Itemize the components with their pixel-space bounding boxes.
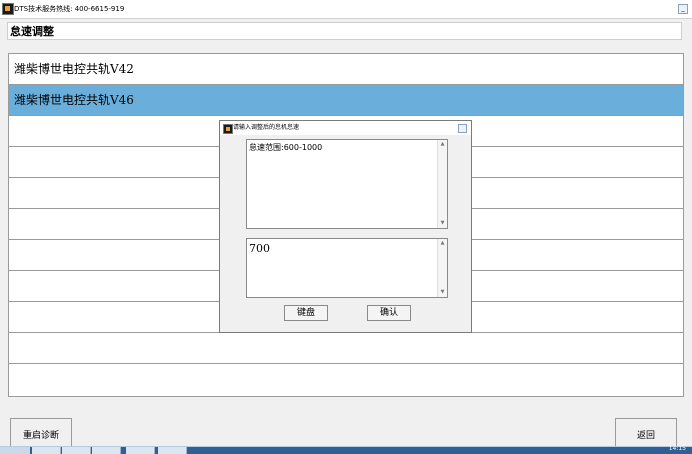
title-bar: DTS技术服务热线: 400-6615-919 _ bbox=[0, 0, 692, 19]
app-icon bbox=[2, 3, 14, 15]
dialog-app-icon bbox=[223, 124, 233, 134]
keyboard-button[interactable]: 键盘 bbox=[284, 305, 328, 321]
scroll-up-icon[interactable]: ▲ bbox=[438, 140, 447, 149]
dialog-title-bar: 请输入调整后的怠机怠速 bbox=[220, 121, 471, 135]
idle-speed-input[interactable]: 700 ▲ ▼ bbox=[246, 238, 448, 298]
section-title: 怠速调整 bbox=[7, 22, 682, 40]
confirm-button[interactable]: 确认 bbox=[367, 305, 411, 321]
list-item[interactable]: 潍柴博世电控共轨V42 bbox=[9, 54, 683, 85]
idle-speed-value: 700 bbox=[249, 242, 270, 255]
list-item-selected[interactable]: 潍柴博世电控共轨V46 bbox=[9, 85, 683, 116]
idle-speed-dialog: 请输入调整后的怠机怠速 怠速范围:600-1000 ▲ ▼ 700 ▲ ▼ 键盘… bbox=[219, 120, 472, 333]
scroll-down-icon[interactable]: ▼ bbox=[438, 219, 447, 228]
info-textbox[interactable]: 怠速范围:600-1000 ▲ ▼ bbox=[246, 139, 448, 229]
minimize-button[interactable]: _ bbox=[678, 4, 688, 14]
scroll-up-icon[interactable]: ▲ bbox=[438, 239, 447, 248]
input-scrollbar[interactable]: ▲ ▼ bbox=[437, 239, 447, 297]
back-button[interactable]: 返回 bbox=[615, 418, 677, 448]
clock: 14:15 bbox=[668, 445, 686, 452]
restart-diagnosis-button[interactable]: 重启诊断 bbox=[10, 418, 72, 448]
idle-range-text: 怠速范围:600-1000 bbox=[249, 143, 323, 152]
info-scrollbar[interactable]: ▲ ▼ bbox=[437, 140, 447, 228]
list-item[interactable] bbox=[9, 333, 683, 364]
dialog-minimize-button[interactable] bbox=[458, 124, 467, 133]
window-title: DTS技术服务热线: 400-6615-919 bbox=[14, 5, 125, 13]
scroll-down-icon[interactable]: ▼ bbox=[438, 288, 447, 297]
dialog-title: 请输入调整后的怠机怠速 bbox=[233, 124, 300, 131]
